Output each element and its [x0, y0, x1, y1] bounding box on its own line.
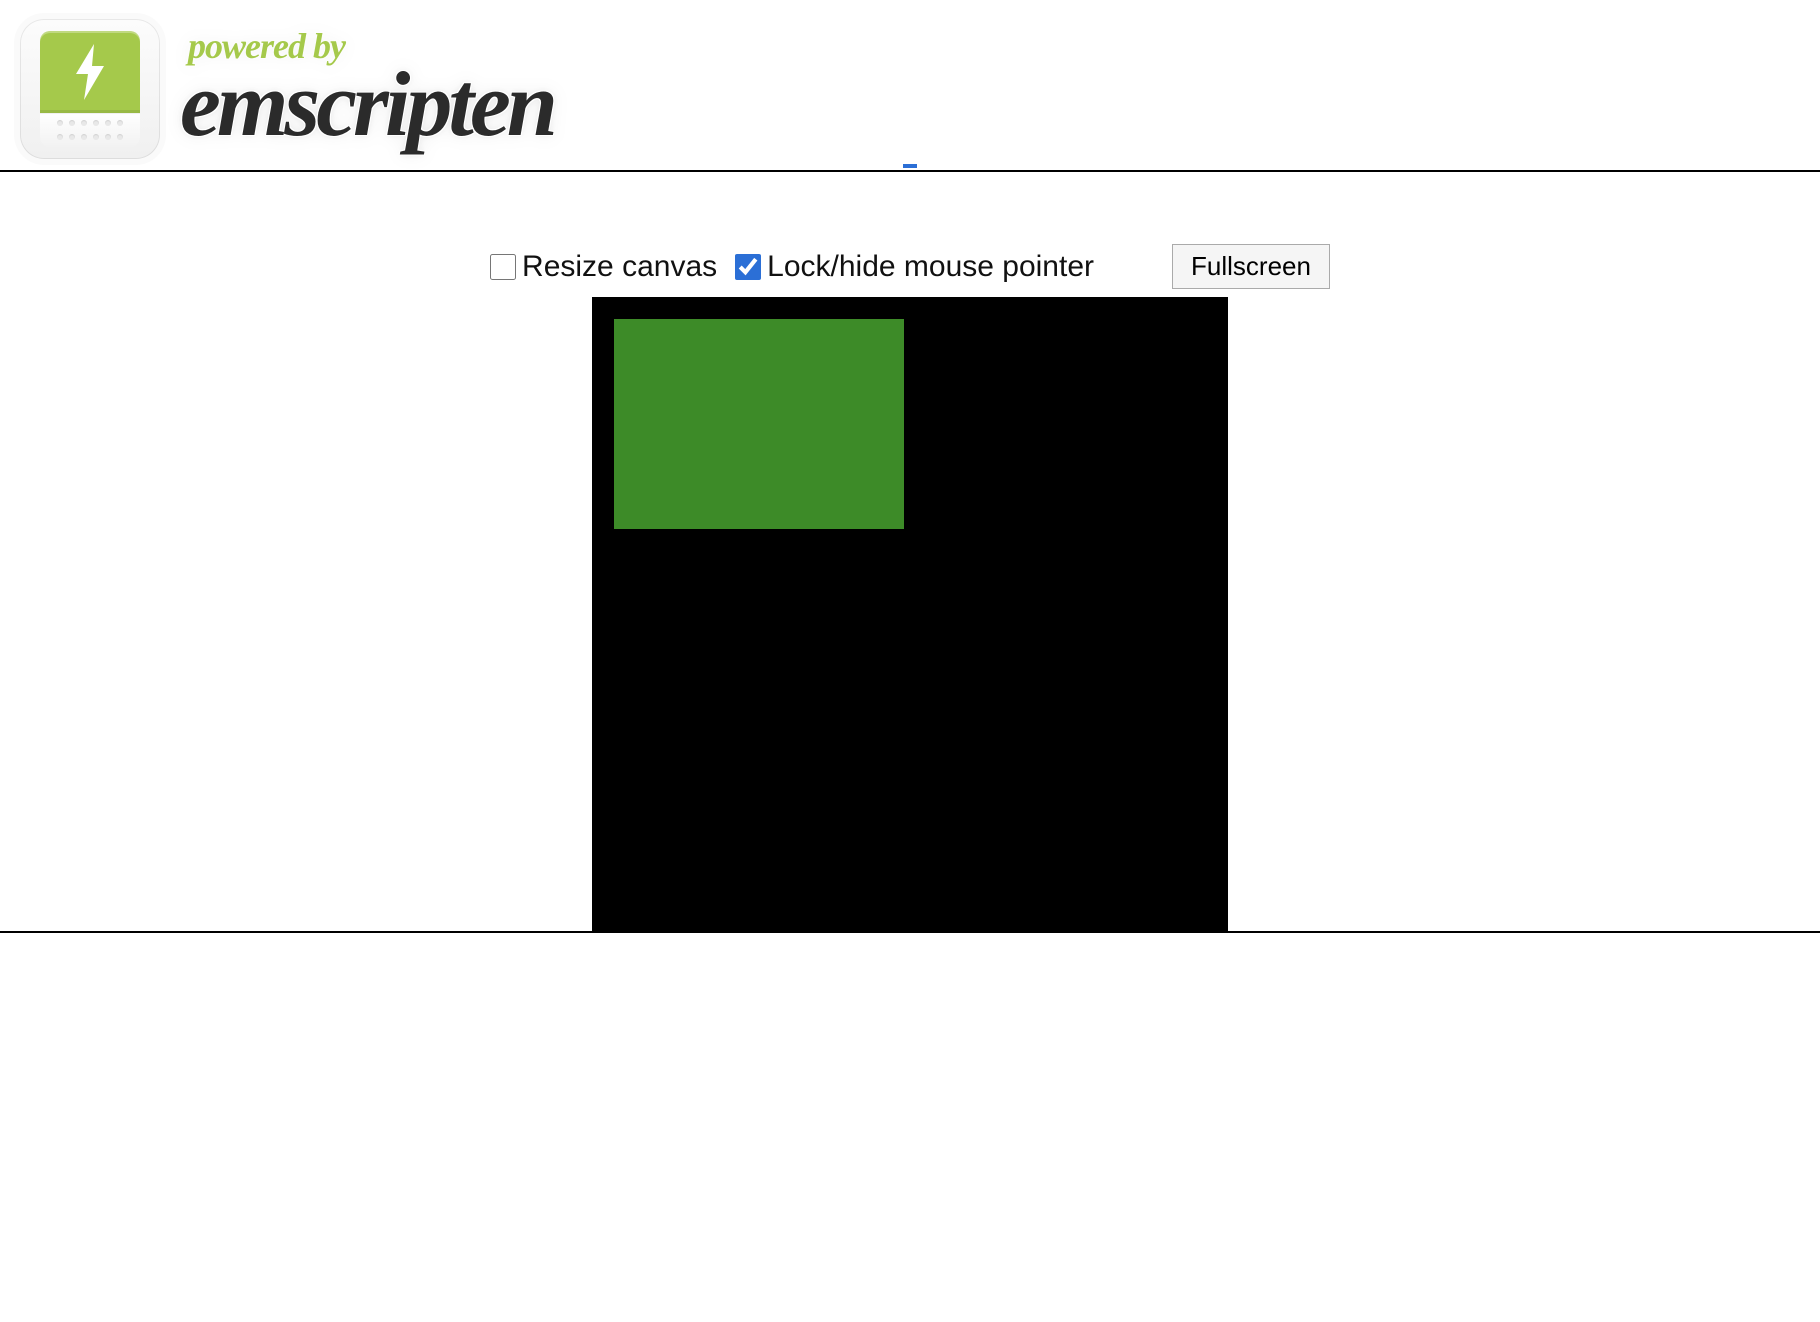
controls-row: Resize canvas Lock/hide mouse pointer Fu… — [0, 244, 1820, 289]
canvas-area — [0, 297, 1820, 933]
fullscreen-button[interactable]: Fullscreen — [1172, 244, 1330, 289]
logo-icon-bottom — [40, 113, 140, 147]
resize-canvas-checkbox[interactable] — [490, 254, 516, 280]
emscripten-canvas[interactable] — [592, 297, 1228, 933]
lock-pointer-checkbox[interactable] — [735, 254, 761, 280]
brand-text: emscripten — [180, 58, 554, 150]
lock-pointer-label: Lock/hide mouse pointer — [767, 250, 1094, 284]
resize-canvas-control[interactable]: Resize canvas — [490, 250, 717, 284]
separator-top — [0, 170, 1820, 172]
emscripten-logo-icon — [20, 19, 160, 159]
lightning-bolt-icon — [70, 42, 110, 102]
resize-canvas-label: Resize canvas — [522, 250, 717, 284]
logo-text: powered by emscripten — [180, 28, 554, 150]
green-rectangle — [614, 319, 904, 529]
lock-pointer-control[interactable]: Lock/hide mouse pointer — [735, 250, 1094, 284]
logo-icon-top — [40, 31, 140, 113]
header: powered by emscripten — [0, 0, 1820, 170]
